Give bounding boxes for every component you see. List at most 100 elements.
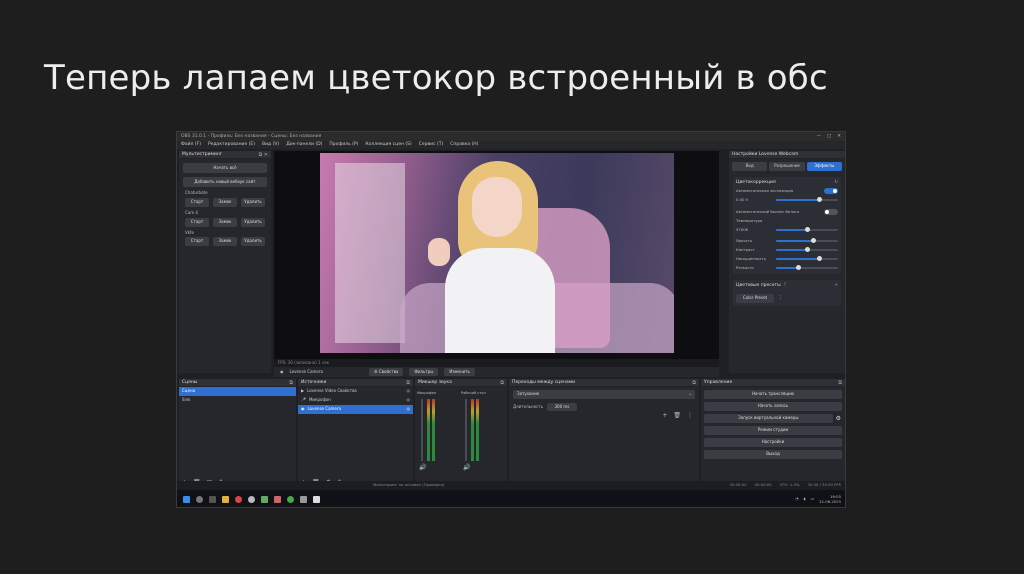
properties-button[interactable]: ⚙ Свойства	[368, 368, 404, 376]
maximize-button[interactable]: □	[827, 134, 831, 139]
battery-icon[interactable]: ▭	[811, 497, 815, 502]
minimize-button[interactable]: —	[816, 134, 821, 139]
start-button[interactable]: Старт	[185, 217, 209, 227]
settings-button[interactable]: Настройки	[704, 438, 842, 447]
file-explorer-icon[interactable]	[222, 496, 229, 503]
add-preset-icon[interactable]: +	[834, 283, 838, 288]
menu-docks[interactable]: Док-панели (D)	[286, 142, 322, 147]
channel-label: Микрофон	[417, 391, 437, 395]
virtual-camera-button[interactable]: Запуск виртуальной камеры	[704, 414, 833, 423]
cpu-usage: CPU: 1.4%	[779, 482, 800, 488]
start-streaming-button[interactable]: Начать трансляцию	[704, 390, 842, 399]
gear-icon[interactable]: ⚙	[836, 415, 841, 422]
trash-icon[interactable]: 🗑	[673, 412, 681, 419]
source-item[interactable]: ◉ Lovense Camera ◎	[298, 405, 413, 414]
color-preset-button[interactable]: Color Preset	[736, 293, 774, 303]
mic-icon: 🎤	[301, 397, 306, 403]
dock-float-icon[interactable]: ⧉	[692, 380, 696, 386]
sharpness-slider[interactable]	[776, 265, 838, 271]
add-icon[interactable]: +	[662, 412, 667, 419]
obs-icon[interactable]	[248, 496, 255, 503]
menu-scene-collection[interactable]: Коллекция сцен (S)	[365, 142, 411, 147]
lock-button[interactable]: Замок	[213, 197, 237, 207]
menu-view[interactable]: Вид (V)	[262, 142, 279, 147]
menu-edit[interactable]: Редактирование (E)	[208, 142, 255, 147]
dock-float-icon[interactable]: ⧉	[838, 380, 842, 386]
edit-button[interactable]: Изменить	[444, 368, 475, 376]
volume-slider[interactable]	[465, 399, 467, 461]
start-button[interactable]: Старт	[185, 197, 209, 207]
volume-slider[interactable]	[421, 399, 423, 461]
reset-icon[interactable]: ↻	[834, 180, 838, 185]
app-icon[interactable]	[313, 496, 320, 503]
delete-button[interactable]: Удалить	[241, 197, 265, 207]
start-button[interactable]: Старт	[185, 237, 209, 247]
volume-icon[interactable]: 🔊	[419, 464, 426, 471]
preview-canvas[interactable]	[274, 151, 719, 359]
filters-button[interactable]: Фильтры	[409, 368, 439, 376]
app-icon[interactable]	[261, 496, 268, 503]
sharpness-label: Резкость	[736, 265, 754, 271]
clock[interactable]: 16:05 21.06.2025	[819, 494, 841, 504]
duration-input[interactable]: 300 ms	[546, 403, 577, 411]
preview-status: FPS: 30 (записано) 1 сек	[274, 359, 719, 367]
recording-time: 00:00:00	[729, 482, 747, 488]
tab-resolution[interactable]: Разрешение	[769, 162, 805, 171]
source-label: Lovense Camera	[307, 406, 341, 412]
tab-effects[interactable]: Эффекты	[806, 162, 842, 171]
menu-help[interactable]: Справка (H)	[450, 142, 478, 147]
properties-tabs: Вид Разрешение Эффекты	[729, 159, 845, 174]
eye-icon[interactable]: ◎	[407, 406, 411, 412]
scene-item[interactable]: Сцена	[179, 387, 296, 396]
menu-file[interactable]: Файл (F)	[181, 142, 201, 147]
more-icon[interactable]: ⋮	[778, 295, 783, 301]
dock-float-icon[interactable]: ⧉	[500, 380, 504, 386]
windows-start-icon[interactable]	[183, 496, 190, 503]
volume-icon[interactable]: 🔊	[463, 464, 470, 471]
mixer-channel-desktop: Рабочий стол 🔊	[461, 391, 501, 471]
lock-button[interactable]: Замок	[213, 217, 237, 227]
exit-button[interactable]: Выход	[704, 450, 842, 459]
task-view-icon[interactable]	[209, 496, 216, 503]
auto-wb-toggle[interactable]	[824, 209, 838, 216]
auto-exposure-toggle[interactable]	[824, 188, 838, 195]
source-item[interactable]: ▶ Lovense Video Свойства ◎	[298, 387, 413, 396]
dock-float-icon[interactable]: ⧉	[289, 380, 293, 386]
delete-button[interactable]: Удалить	[241, 237, 265, 247]
contrast-slider[interactable]	[776, 247, 838, 253]
app-icon[interactable]	[287, 496, 294, 503]
eye-icon[interactable]: ◎	[407, 397, 411, 403]
start-all-button[interactable]: Начать всё	[183, 163, 267, 173]
camera-icon: ◉	[301, 406, 305, 412]
delete-button[interactable]: Удалить	[241, 217, 265, 227]
start-recording-button[interactable]: Начать запись	[704, 402, 842, 411]
saturation-slider[interactable]	[776, 256, 838, 262]
dock-float-icon[interactable]: ⧉	[406, 380, 410, 386]
dock-close-icon[interactable]: ⧉ ✕	[259, 152, 268, 158]
studio-mode-button[interactable]: Режим студии	[704, 426, 842, 435]
app-icon[interactable]	[300, 496, 307, 503]
webcam-feed	[320, 153, 674, 353]
scene-item[interactable]: Sink	[179, 396, 296, 405]
temperature-slider[interactable]	[776, 227, 838, 233]
source-item[interactable]: 🎤 Микрофон ◎	[298, 396, 413, 405]
transition-select[interactable]: Затухание ⌄	[513, 390, 695, 399]
volume-icon[interactable]: ◖	[804, 497, 806, 502]
menu-tools[interactable]: Сервис (T)	[419, 142, 444, 147]
eye-icon[interactable]: ◎	[407, 388, 411, 394]
search-icon[interactable]	[196, 496, 203, 503]
app-icon[interactable]	[274, 496, 281, 503]
tab-view[interactable]: Вид	[732, 162, 768, 171]
help-icon[interactable]: ?	[784, 283, 786, 288]
close-button[interactable]: ✕	[837, 134, 841, 139]
brightness-slider[interactable]	[776, 238, 838, 244]
menu-profile[interactable]: Профиль (P)	[329, 142, 358, 147]
wifi-icon[interactable]: ◔	[795, 497, 798, 502]
sources-header: Источники ⧉	[298, 379, 413, 387]
exposure-slider[interactable]	[776, 197, 838, 203]
add-target-button[interactable]: Добавить новый вебхук сайт	[183, 177, 267, 187]
chrome-icon[interactable]	[235, 496, 242, 503]
lock-button[interactable]: Замок	[213, 237, 237, 247]
more-icon[interactable]: ⋮	[687, 412, 693, 419]
color-presets-section: Цветовые пресеты ? + Color Preset ⋮	[733, 280, 841, 306]
